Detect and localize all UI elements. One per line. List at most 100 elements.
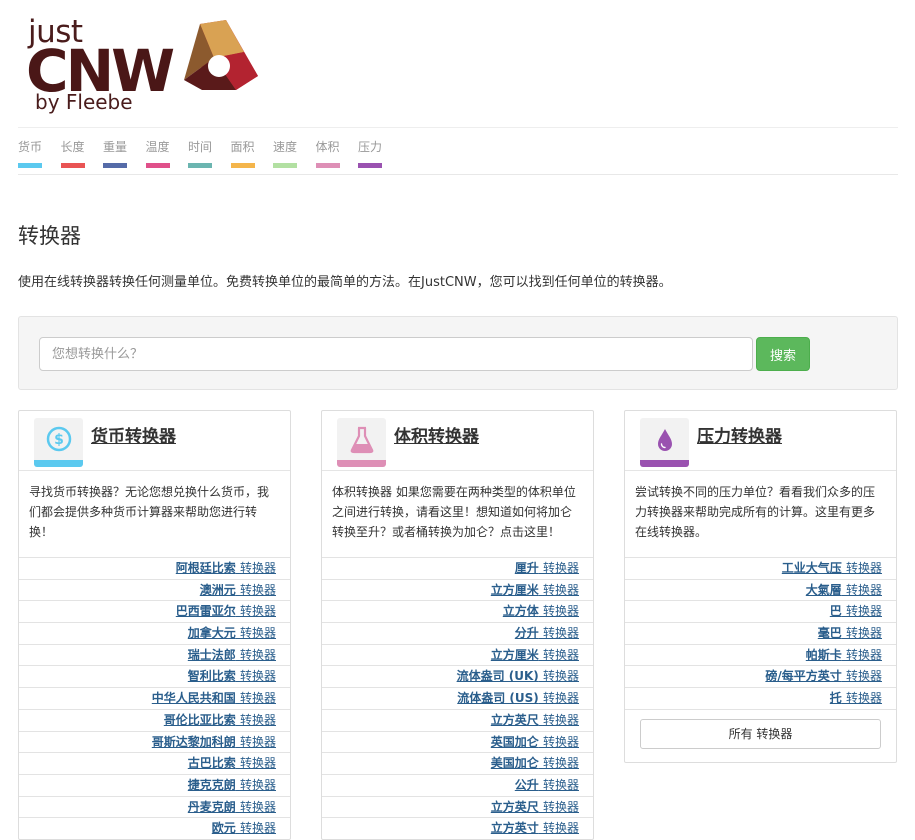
converter-link[interactable]: 丹麦克朗 转换器 — [188, 800, 276, 814]
drop-icon — [658, 429, 672, 451]
nav-item-pressure[interactable]: 压力 — [358, 139, 401, 168]
page-description: 使用在线转换器转换任何测量单位。免费转换单位的最简单的方法。在JustCNW，您… — [18, 275, 672, 290]
list-item: 分升 转换器 — [322, 622, 593, 644]
nav-item-label: 压力 — [358, 140, 383, 154]
list-item: 欧元 转换器 — [19, 817, 290, 839]
currency-icon-tile: $ — [34, 418, 83, 467]
converter-link[interactable]: 大氣層 转换器 — [806, 583, 882, 597]
search-button[interactable]: 搜索 — [756, 337, 810, 371]
converter-link[interactable]: 磅/每平方英寸 转换器 — [765, 669, 882, 683]
list-item: 大氣層 转换器 — [625, 578, 896, 601]
converter-suffix: 转换器 — [542, 799, 579, 814]
converter-link[interactable]: 智利比索 转换器 — [188, 669, 276, 683]
converter-name: 立方体 — [502, 604, 539, 619]
converter-link[interactable]: 立方厘米 转换器 — [491, 648, 579, 662]
converter-link[interactable]: 澳洲元 转换器 — [200, 583, 276, 597]
converter-link[interactable]: 立方英尺 转换器 — [491, 713, 579, 727]
list-item: 磅/每平方英寸 转换器 — [625, 665, 896, 687]
converter-link[interactable]: 分升 转换器 — [515, 626, 579, 640]
converter-link[interactable]: 哥伦比亚比索 转换器 — [164, 713, 276, 727]
search-input[interactable] — [39, 337, 753, 371]
nav-item-weight[interactable]: 重量 — [103, 139, 146, 168]
list-item: 阿根廷比索 转换器 — [19, 557, 290, 579]
card-header: 压力转换器 — [625, 411, 896, 471]
converter-link[interactable]: 巴西雷亚尔 转换器 — [176, 604, 276, 618]
list-item: 哥斯达黎加科朗 转换器 — [19, 730, 290, 753]
nav-item-time[interactable]: 时间 — [188, 139, 231, 168]
all-converters-button[interactable]: 所有 转换器 — [640, 718, 881, 749]
converter-name: 大氣層 — [805, 582, 842, 597]
converter-link[interactable]: 中华人民共和国 转换器 — [152, 691, 276, 705]
nav-item-label: 速度 — [273, 140, 298, 154]
list-item: 瑞士法郎 转换器 — [19, 643, 290, 666]
volume-converter-card: 体积转换器 体积转换器 如果您需要在两种类型的体积单位之间进行转换，请看这里！想… — [321, 410, 594, 840]
converter-name: 中华人民共和国 — [151, 691, 236, 706]
converter-name: 托 — [829, 691, 842, 706]
converter-link[interactable]: 立方英尺 转换器 — [491, 800, 579, 814]
list-item: 捷克克朗 转换器 — [19, 773, 290, 796]
converter-name: 澳洲元 — [199, 582, 236, 597]
card-title[interactable]: 体积转换器 — [394, 422, 479, 447]
nav-color-bar — [230, 163, 255, 168]
converter-link[interactable]: 工业大气压 转换器 — [782, 561, 882, 575]
converter-name: 阿根廷比索 — [175, 561, 236, 575]
converter-name: 巴西雷亚尔 — [175, 604, 236, 619]
converter-link[interactable]: 哥斯达黎加科朗 转换器 — [152, 735, 276, 749]
converter-name: 立方英尺 — [490, 712, 539, 727]
converter-link[interactable]: 流体盎司 (US) 转换器 — [457, 691, 579, 705]
list-item: 厘升 转换器 — [322, 557, 593, 579]
converter-suffix: 转换器 — [239, 799, 276, 814]
converter-suffix: 转换器 — [845, 669, 882, 684]
card-title[interactable]: 压力转换器 — [697, 422, 782, 447]
converter-link[interactable]: 流体盎司 (UK) 转换器 — [457, 669, 579, 683]
site-logo[interactable]: just CNW by Fleebe — [26, 14, 266, 114]
converter-link[interactable]: 巴 转换器 — [830, 604, 882, 618]
nav-item-currency[interactable]: 货币 — [18, 139, 61, 168]
converter-suffix: 转换器 — [542, 582, 579, 597]
converter-name: 英国加仑 — [490, 734, 539, 749]
nav-item-temperature[interactable]: 温度 — [145, 139, 189, 168]
search-panel: 搜索 — [18, 316, 898, 390]
converter-suffix: 转换器 — [542, 777, 579, 792]
logo-by-text: by Fleebe — [35, 90, 133, 114]
nav-item-volume[interactable]: 体积 — [315, 139, 359, 168]
nav-color-bar — [18, 163, 42, 168]
list-item: 工业大气压 转换器 — [625, 557, 896, 579]
converter-link[interactable]: 公升 转换器 — [515, 778, 579, 792]
converter-name: 立方厘米 — [490, 647, 539, 662]
converter-suffix: 转换器 — [845, 626, 882, 641]
flask-icon-tile — [337, 418, 386, 467]
converter-link[interactable]: 欧元 转换器 — [212, 821, 276, 835]
logo-triangle-icon — [184, 20, 258, 90]
nav-item-speed[interactable]: 速度 — [273, 139, 316, 168]
list-item: 哥伦比亚比索 转换器 — [19, 708, 290, 731]
converter-link[interactable]: 立方体 转换器 — [503, 604, 579, 618]
list-item: 毫巴 转换器 — [625, 622, 896, 644]
converter-link[interactable]: 立方英寸 转换器 — [491, 821, 579, 835]
list-item: 立方厘米 转换器 — [322, 643, 593, 666]
converter-suffix: 转换器 — [239, 756, 276, 771]
converter-suffix: 转换器 — [239, 669, 276, 684]
list-item: 英国加仑 转换器 — [322, 730, 593, 753]
converter-link[interactable]: 厘升 转换器 — [515, 561, 579, 575]
nav-item-area[interactable]: 面积 — [230, 139, 274, 168]
converter-link[interactable]: 捷克克朗 转换器 — [188, 778, 276, 792]
converter-link[interactable]: 加拿大元 转换器 — [188, 626, 276, 640]
card-title[interactable]: 货币转换器 — [91, 422, 176, 447]
converter-link[interactable]: 瑞士法郎 转换器 — [188, 648, 276, 662]
converter-link[interactable]: 托 转换器 — [830, 691, 882, 705]
converter-link[interactable]: 立方厘米 转换器 — [491, 583, 579, 597]
nav-item-label: 时间 — [188, 140, 213, 154]
converter-link[interactable]: 帕斯卡 转换器 — [806, 648, 882, 662]
converter-name: 巴 — [829, 604, 842, 619]
converter-link[interactable]: 美国加仑 转换器 — [491, 756, 579, 770]
list-item: 加拿大元 转换器 — [19, 622, 290, 644]
converter-link[interactable]: 英国加仑 转换器 — [491, 735, 579, 749]
converter-name: 立方厘米 — [490, 582, 539, 597]
converter-suffix: 转换器 — [542, 604, 579, 619]
converter-link[interactable]: 阿根廷比索 转换器 — [176, 561, 276, 575]
converter-link[interactable]: 古巴比索 转换器 — [188, 756, 276, 770]
converter-link[interactable]: 毫巴 转换器 — [818, 626, 882, 640]
nav-item-length[interactable]: 长度 — [60, 139, 104, 168]
converter-name: 流体盎司 (UK) — [456, 669, 539, 684]
